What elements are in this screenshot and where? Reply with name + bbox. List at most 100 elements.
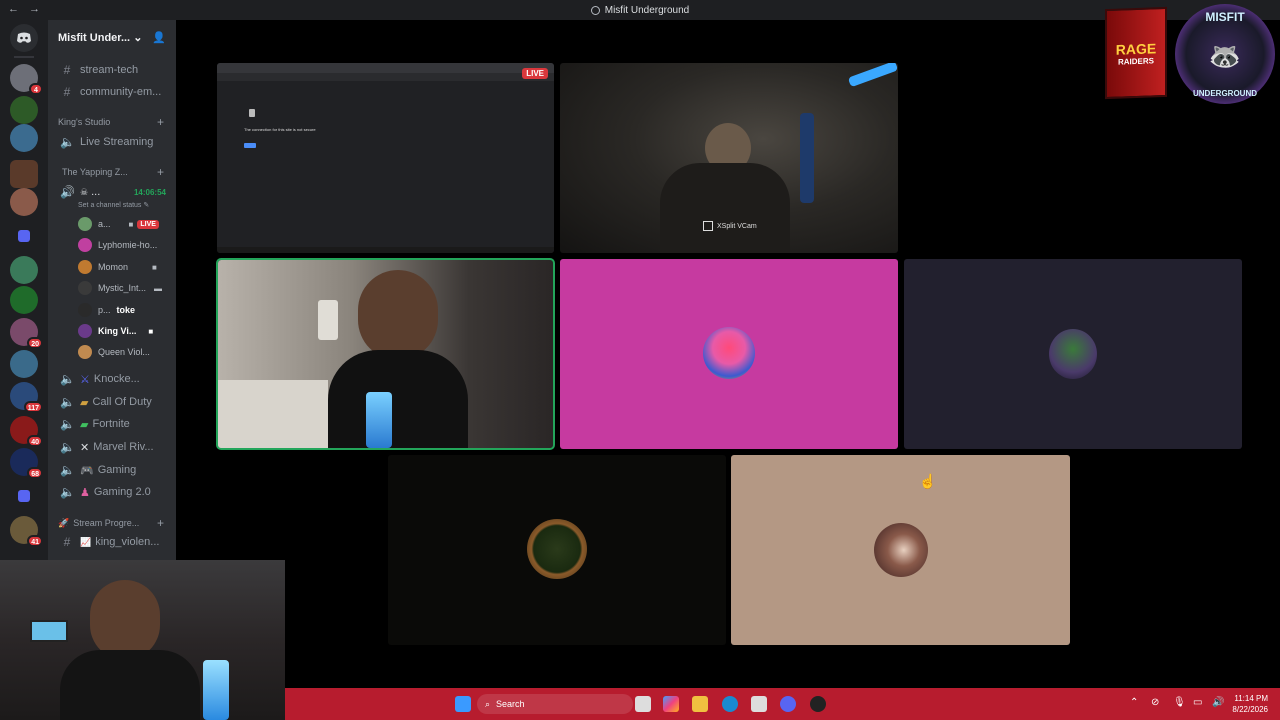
avatar-tile[interactable] bbox=[904, 259, 1242, 449]
forward-arrow-icon[interactable]: → bbox=[29, 3, 40, 15]
webcam-tile-speaking[interactable] bbox=[216, 258, 555, 450]
folder-icon[interactable] bbox=[18, 230, 30, 242]
hash-icon: # bbox=[63, 63, 71, 77]
speaker-icon: 🔈 bbox=[60, 417, 75, 431]
voice-user[interactable]: p... toke bbox=[78, 300, 135, 320]
system-clock[interactable]: 11:14 PM 8/22/2026 bbox=[1232, 693, 1268, 715]
mic-icon[interactable]: 🎙 bbox=[1173, 697, 1186, 708]
app-icon[interactable] bbox=[810, 696, 826, 712]
voice-channel[interactable]: 🔈 ⚔ Knocke... bbox=[48, 369, 176, 389]
voice-channel[interactable]: 🔈 ✕ Marvel Riv... bbox=[48, 437, 176, 457]
rail-divider bbox=[14, 56, 34, 58]
server-avatar[interactable] bbox=[10, 96, 38, 124]
camera-tile[interactable]: XSplit VCam bbox=[560, 63, 898, 253]
server-avatar[interactable]: 117 bbox=[10, 382, 43, 413]
active-voice-channel[interactable]: 🔊 ☠ ... 14:06:54 bbox=[48, 182, 176, 202]
voice-user[interactable]: a... ■ LIVE bbox=[78, 214, 159, 234]
avatar bbox=[78, 281, 92, 295]
nav-arrows: ← → bbox=[8, 3, 40, 15]
voice-channel[interactable]: 🔈 🎮 Gaming bbox=[48, 460, 176, 480]
display-icon[interactable]: ▭ bbox=[1193, 697, 1202, 708]
plus-icon[interactable]: + bbox=[157, 165, 164, 179]
discord-taskbar-icon[interactable] bbox=[780, 696, 796, 712]
store-icon[interactable] bbox=[751, 696, 767, 712]
edge-icon[interactable] bbox=[722, 696, 738, 712]
channel-label: king_violen... bbox=[95, 536, 160, 548]
voice-timer: 14:06:54 bbox=[133, 187, 166, 197]
avatar-tile[interactable] bbox=[388, 455, 726, 645]
add-member-icon[interactable]: 👤 bbox=[152, 31, 166, 44]
server-avatar[interactable]: 40 bbox=[10, 416, 43, 447]
server-header[interactable]: Misfit Under... ⌄ 👤 bbox=[48, 20, 176, 54]
plus-icon[interactable]: + bbox=[157, 516, 164, 530]
server-avatar[interactable] bbox=[10, 188, 38, 216]
browser-toolbar bbox=[217, 73, 554, 81]
channel-status[interactable]: Set a channel status ✎ bbox=[78, 201, 149, 209]
camera-icon: ■ bbox=[128, 219, 134, 229]
live-badge: LIVE bbox=[137, 219, 159, 229]
mention-badge: 4 bbox=[29, 83, 43, 95]
background-monitor bbox=[30, 620, 68, 642]
game-icon: ▰ bbox=[80, 418, 89, 431]
discord-home-icon[interactable] bbox=[10, 24, 38, 52]
screen-share-tile[interactable]: The connection for this site is not secu… bbox=[217, 63, 554, 253]
channel-community[interactable]: # community-em... bbox=[48, 82, 176, 102]
network-icon[interactable]: ⊘ bbox=[1151, 697, 1159, 708]
copilot-icon[interactable] bbox=[663, 696, 679, 712]
voice-channel[interactable]: 🔈 ▰ Call Of Duty bbox=[48, 392, 176, 412]
page-message: The connection for this site is not secu… bbox=[244, 127, 316, 132]
avatar bbox=[78, 260, 92, 274]
category-stream-progress[interactable]: 🚀 Stream Progre... + bbox=[48, 513, 176, 533]
channel-live-streaming[interactable]: 🔈 Live Streaming bbox=[48, 132, 176, 152]
volume-icon[interactable]: 🔊 bbox=[1212, 697, 1224, 708]
voice-user[interactable]: Queen Viol... bbox=[78, 342, 150, 362]
server-avatar[interactable] bbox=[10, 350, 38, 378]
voice-user[interactable]: King Vi... ■ bbox=[78, 321, 153, 341]
avatar-tile[interactable] bbox=[560, 259, 898, 449]
speaker-icon: 🔈 bbox=[60, 485, 75, 499]
start-button-icon[interactable] bbox=[455, 696, 471, 712]
browser-tabs bbox=[217, 63, 554, 73]
channel-label: Live Streaming bbox=[80, 136, 154, 148]
server-avatar[interactable]: 41 bbox=[10, 516, 43, 547]
rage-raiders-book: RAGE RAIDERS bbox=[1105, 6, 1167, 100]
file-explorer-icon[interactable] bbox=[692, 696, 708, 712]
category-label: Stream Progre... bbox=[73, 518, 140, 528]
server-avatar[interactable]: 68 bbox=[10, 448, 43, 479]
server-avatar[interactable]: 4 bbox=[10, 64, 43, 95]
taskbar-search[interactable]: ⌕ Search bbox=[477, 694, 633, 714]
camera-icon: ■ bbox=[148, 326, 154, 336]
category-kings-studio[interactable]: King's Studio + bbox=[48, 112, 176, 132]
windows-taskbar: ⌕ Search ⌃ ⊘ 🎙 ▭ 🔊 11:14 PM 8/22/2026 bbox=[285, 688, 1280, 720]
task-view-icon[interactable] bbox=[635, 696, 651, 712]
server-avatar[interactable] bbox=[10, 124, 38, 152]
chevron-up-icon[interactable]: ⌃ bbox=[1130, 697, 1138, 708]
server-avatar[interactable] bbox=[10, 256, 38, 284]
mention-badge: 41 bbox=[27, 535, 43, 547]
channel-label: Fortnite bbox=[92, 418, 130, 430]
server-avatar[interactable] bbox=[10, 160, 38, 188]
game-icon: ⚔ bbox=[80, 373, 90, 386]
speaker-icon: 🔈 bbox=[60, 395, 75, 409]
voice-user[interactable]: Momon ■ bbox=[78, 257, 157, 277]
back-arrow-icon[interactable]: ← bbox=[8, 3, 19, 15]
microphone bbox=[203, 660, 229, 720]
voice-user[interactable]: Mystic_Int... ▬ bbox=[78, 278, 162, 298]
voice-channel[interactable]: 🔈 ♟ Gaming 2.0 bbox=[48, 482, 176, 502]
channel-stream-tech[interactable]: # stream-tech bbox=[48, 60, 176, 80]
folder-icon[interactable] bbox=[18, 490, 30, 502]
server-avatar[interactable] bbox=[10, 286, 38, 314]
channel-king-violence[interactable]: # 📈 king_violen... bbox=[48, 532, 176, 552]
voice-user[interactable]: Lyphomie-ho... bbox=[78, 235, 157, 255]
chevron-down-icon: ⌄ bbox=[133, 31, 143, 44]
voice-channel[interactable]: 🔈 ▰ Fortnite bbox=[48, 414, 176, 434]
person-head bbox=[358, 270, 438, 360]
speaker-icon: 🔈 bbox=[60, 372, 75, 386]
cursor-hand-icon: ☝ bbox=[919, 473, 937, 489]
server-avatar[interactable]: 20 bbox=[10, 318, 43, 349]
plus-icon[interactable]: + bbox=[157, 115, 164, 129]
avatar bbox=[78, 238, 92, 252]
mention-badge: 40 bbox=[27, 435, 43, 447]
avatar-tile[interactable]: ☝ bbox=[731, 455, 1070, 645]
category-yapping[interactable]: The Yapping Z... + bbox=[48, 162, 176, 182]
